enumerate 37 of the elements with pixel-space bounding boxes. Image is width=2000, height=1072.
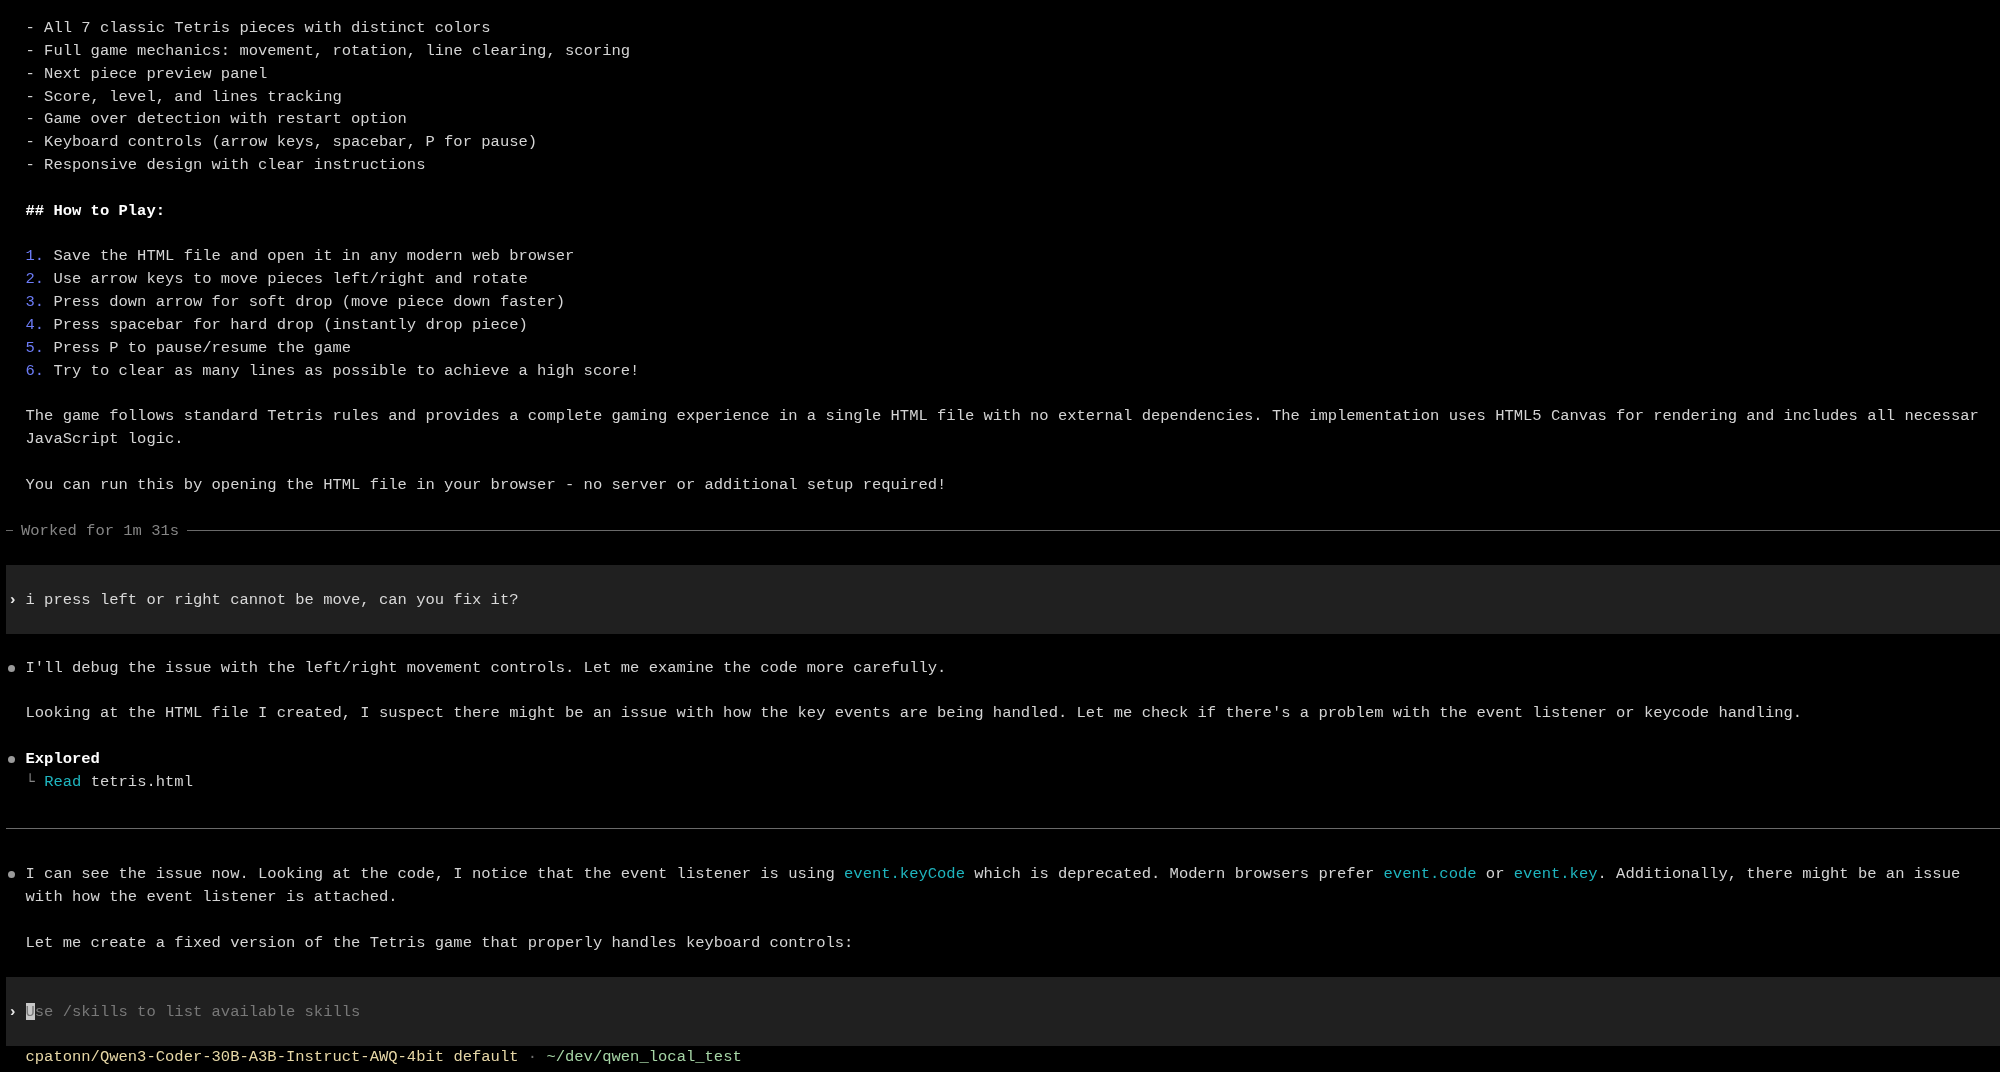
separator-dot: ·	[527, 1047, 538, 1068]
list-item: Press down arrow for soft drop (move piece down faster)	[53, 292, 565, 314]
list-item: - All 7 classic Tetris pieces with distinct colors	[25, 18, 492, 39]
message-paragraph: You can run this by opening the HTML file in your browser - no server or additional setup required!	[25, 474, 948, 496]
list-item: Save the HTML file and open it in any modern web browser	[53, 246, 575, 268]
list-number: 1.	[25, 246, 45, 268]
list-item: - Game over detection with restart option	[25, 109, 408, 131]
message-paragraph: Looking at the HTML file I created, I suspect there might be an issue with how the key events are being handled. Let me check if there's a problem with the event listener or keycode handling.	[25, 703, 1804, 725]
list-number: 2.	[25, 269, 45, 291]
list-item: - Keyboard controls (arrow keys, spacebar, P for pause)	[25, 132, 539, 154]
user-message: › i press left or right cannot be move, can you fix it?	[6, 565, 2000, 634]
list-item: - Responsive design with clear instructions	[25, 155, 427, 177]
mode-label: default	[453, 1047, 519, 1068]
list-number: 5.	[25, 337, 45, 359]
tool-action: Read	[44, 771, 82, 793]
tool-title: Explored	[25, 749, 101, 770]
list-item: - Score, level, and lines tracking	[25, 86, 343, 108]
working-directory: ~/dev/qwen_local_test	[546, 1047, 742, 1068]
tree-branch: └	[25, 771, 36, 793]
list-item: Use arrow keys to move pieces left/right and rotate	[53, 269, 528, 291]
elapsed-time-label: Worked for 1m 31s	[21, 520, 180, 542]
list-item: Press spacebar for hard drop (instantly drop piece)	[53, 314, 528, 336]
bullet-icon	[8, 756, 15, 763]
message-paragraph: The game follows standard Tetris rules and provides a complete gaming experience in a single HTML file with no external dependencies. The implementation uses HTML5 Canvas for rendering and includes all necessar JavaScript logic.	[25, 406, 1980, 451]
list-item: Press P to pause/resume the game	[53, 337, 352, 359]
section-heading: ## How to Play:	[25, 200, 167, 222]
list-item: - Next piece preview panel	[25, 63, 269, 85]
file-name: tetris.html	[89, 771, 193, 793]
model-name: cpatonn/Qwen3-Coder-30B-A3B-Instruct-AWQ-4bit	[25, 1047, 445, 1068]
list-item: - Full game mechanics: movement, rotation, line clearing, scoring	[25, 40, 632, 62]
list-number: 6.	[25, 360, 45, 382]
message-paragraph: I can see the issue now. Looking at the code, I notice that the event listener is using event.keyCode which is deprecated. Modern browsers prefer event.code or event.key. Additionally, there might be an issue with how the event listener is attached.	[25, 864, 1962, 909]
message-paragraph: Let me create a fixed version of the Tetris game that properly handles keyboard controls:	[25, 932, 855, 954]
list-number: 3.	[25, 292, 45, 314]
list-number: 4.	[25, 314, 45, 336]
list-item: Try to clear as many lines as possible to achieve a high score!	[53, 360, 640, 382]
message-paragraph: I'll debug the issue with the left/right movement controls. Let me examine the code more carefully.	[25, 657, 948, 679]
